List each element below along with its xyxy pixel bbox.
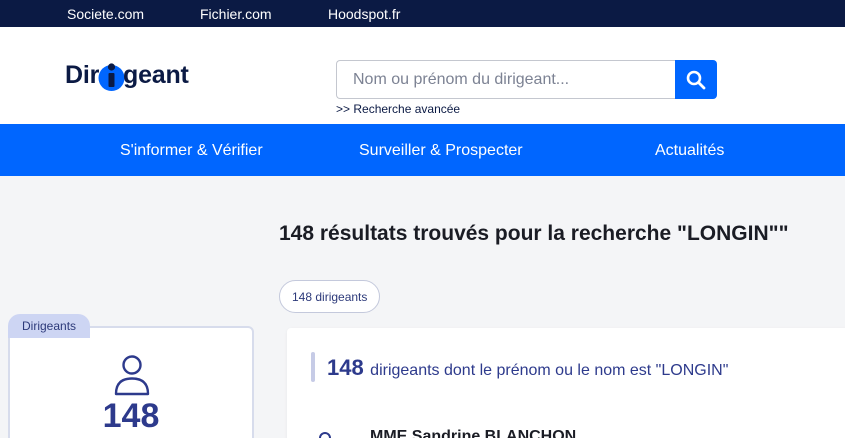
nav-item-actualites[interactable]: Actualités xyxy=(655,142,724,160)
logo-text-before: Dir xyxy=(65,61,100,89)
top-bar: Societe.com Fichier.com Hoodspot.fr xyxy=(0,0,845,27)
site-header: Dir geant >> Recherche avancée xyxy=(0,27,845,124)
info-icon xyxy=(98,63,125,91)
results-card xyxy=(287,328,845,438)
advanced-search-link[interactable]: >> Recherche avancée xyxy=(336,102,460,116)
section-accent-bar xyxy=(311,352,315,382)
search-button[interactable] xyxy=(675,60,717,99)
sidebar-count: 148 xyxy=(102,397,160,435)
topbar-link-societe[interactable]: Societe.com xyxy=(67,6,144,22)
section-text: dirigeants dont le prénom ou le nom est … xyxy=(370,362,729,379)
result-name-link[interactable]: MME Sandrine BLANCHON xyxy=(370,428,576,438)
sidebar-tab-dirigeants[interactable]: Dirigeants xyxy=(8,314,91,338)
logo-text-after: geant xyxy=(123,61,189,89)
nav-item-surveiller[interactable]: Surveiller & Prospecter xyxy=(359,142,523,160)
topbar-link-fichier[interactable]: Fichier.com xyxy=(200,6,272,22)
filter-chip-dirigeants[interactable]: 148 dirigeants xyxy=(279,280,381,313)
section-heading: 148 dirigeants dont le prénom ou le nom … xyxy=(327,355,728,381)
dirigeant-logo[interactable]: Dir geant xyxy=(65,59,215,99)
nav-item-informer[interactable]: S'informer & Vérifier xyxy=(120,142,263,160)
topbar-link-hoodspot[interactable]: Hoodspot.fr xyxy=(328,6,400,22)
search-input[interactable] xyxy=(336,60,675,99)
user-icon xyxy=(319,432,331,438)
search-icon xyxy=(686,70,706,89)
user-icon xyxy=(114,355,150,396)
section-count: 148 xyxy=(327,355,364,380)
results-title: 148 résultats trouvés pour la recherche … xyxy=(279,222,789,245)
main-nav: S'informer & Vérifier Surveiller & Prosp… xyxy=(0,124,845,176)
